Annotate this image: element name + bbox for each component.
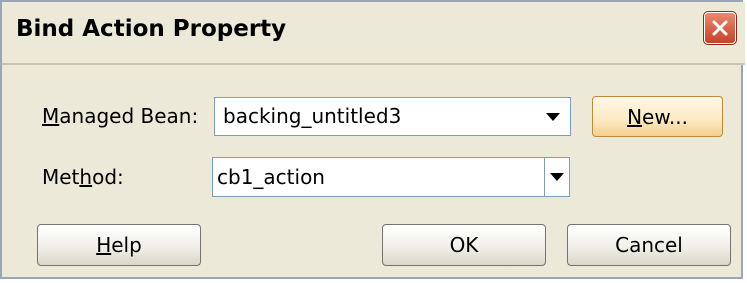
bind-action-property-dialog: Bind Action Property Managed Bean: backi…: [0, 0, 745, 279]
cancel-label: Cancel: [615, 233, 683, 257]
ok-label: OK: [449, 233, 479, 257]
cancel-button[interactable]: Cancel: [567, 224, 731, 266]
managed-bean-select[interactable]: backing_untitled3: [214, 97, 571, 136]
ok-button[interactable]: OK: [382, 224, 546, 266]
method-label: Method:: [42, 165, 124, 189]
close-icon: [712, 20, 728, 36]
chevron-down-icon[interactable]: [549, 172, 565, 182]
method-label-pre: Met: [42, 165, 80, 189]
managed-bean-label: Managed Bean:: [42, 104, 198, 128]
method-mnemonic: h: [79, 165, 93, 189]
title-bar[interactable]: Bind Action Property: [2, 2, 745, 65]
chevron-down-icon[interactable]: [545, 112, 561, 122]
managed-bean-mnemonic: M: [42, 104, 60, 128]
managed-bean-value: backing_untitled3: [223, 104, 402, 128]
managed-bean-label-text: anaged Bean:: [59, 104, 199, 128]
help-mnemonic: H: [96, 233, 112, 257]
close-button[interactable]: [703, 11, 737, 45]
dialog-title: Bind Action Property: [16, 16, 287, 42]
combo-divider: [544, 158, 545, 196]
new-button[interactable]: New...: [592, 96, 723, 137]
new-button-label: ew...: [642, 104, 688, 129]
help-label: elp: [111, 233, 142, 257]
new-button-mnemonic: N: [627, 104, 643, 129]
method-combo[interactable]: cb1_action: [212, 157, 570, 197]
method-label-post: od:: [92, 165, 124, 189]
method-value: cb1_action: [217, 165, 325, 189]
help-button[interactable]: Help: [37, 224, 201, 266]
